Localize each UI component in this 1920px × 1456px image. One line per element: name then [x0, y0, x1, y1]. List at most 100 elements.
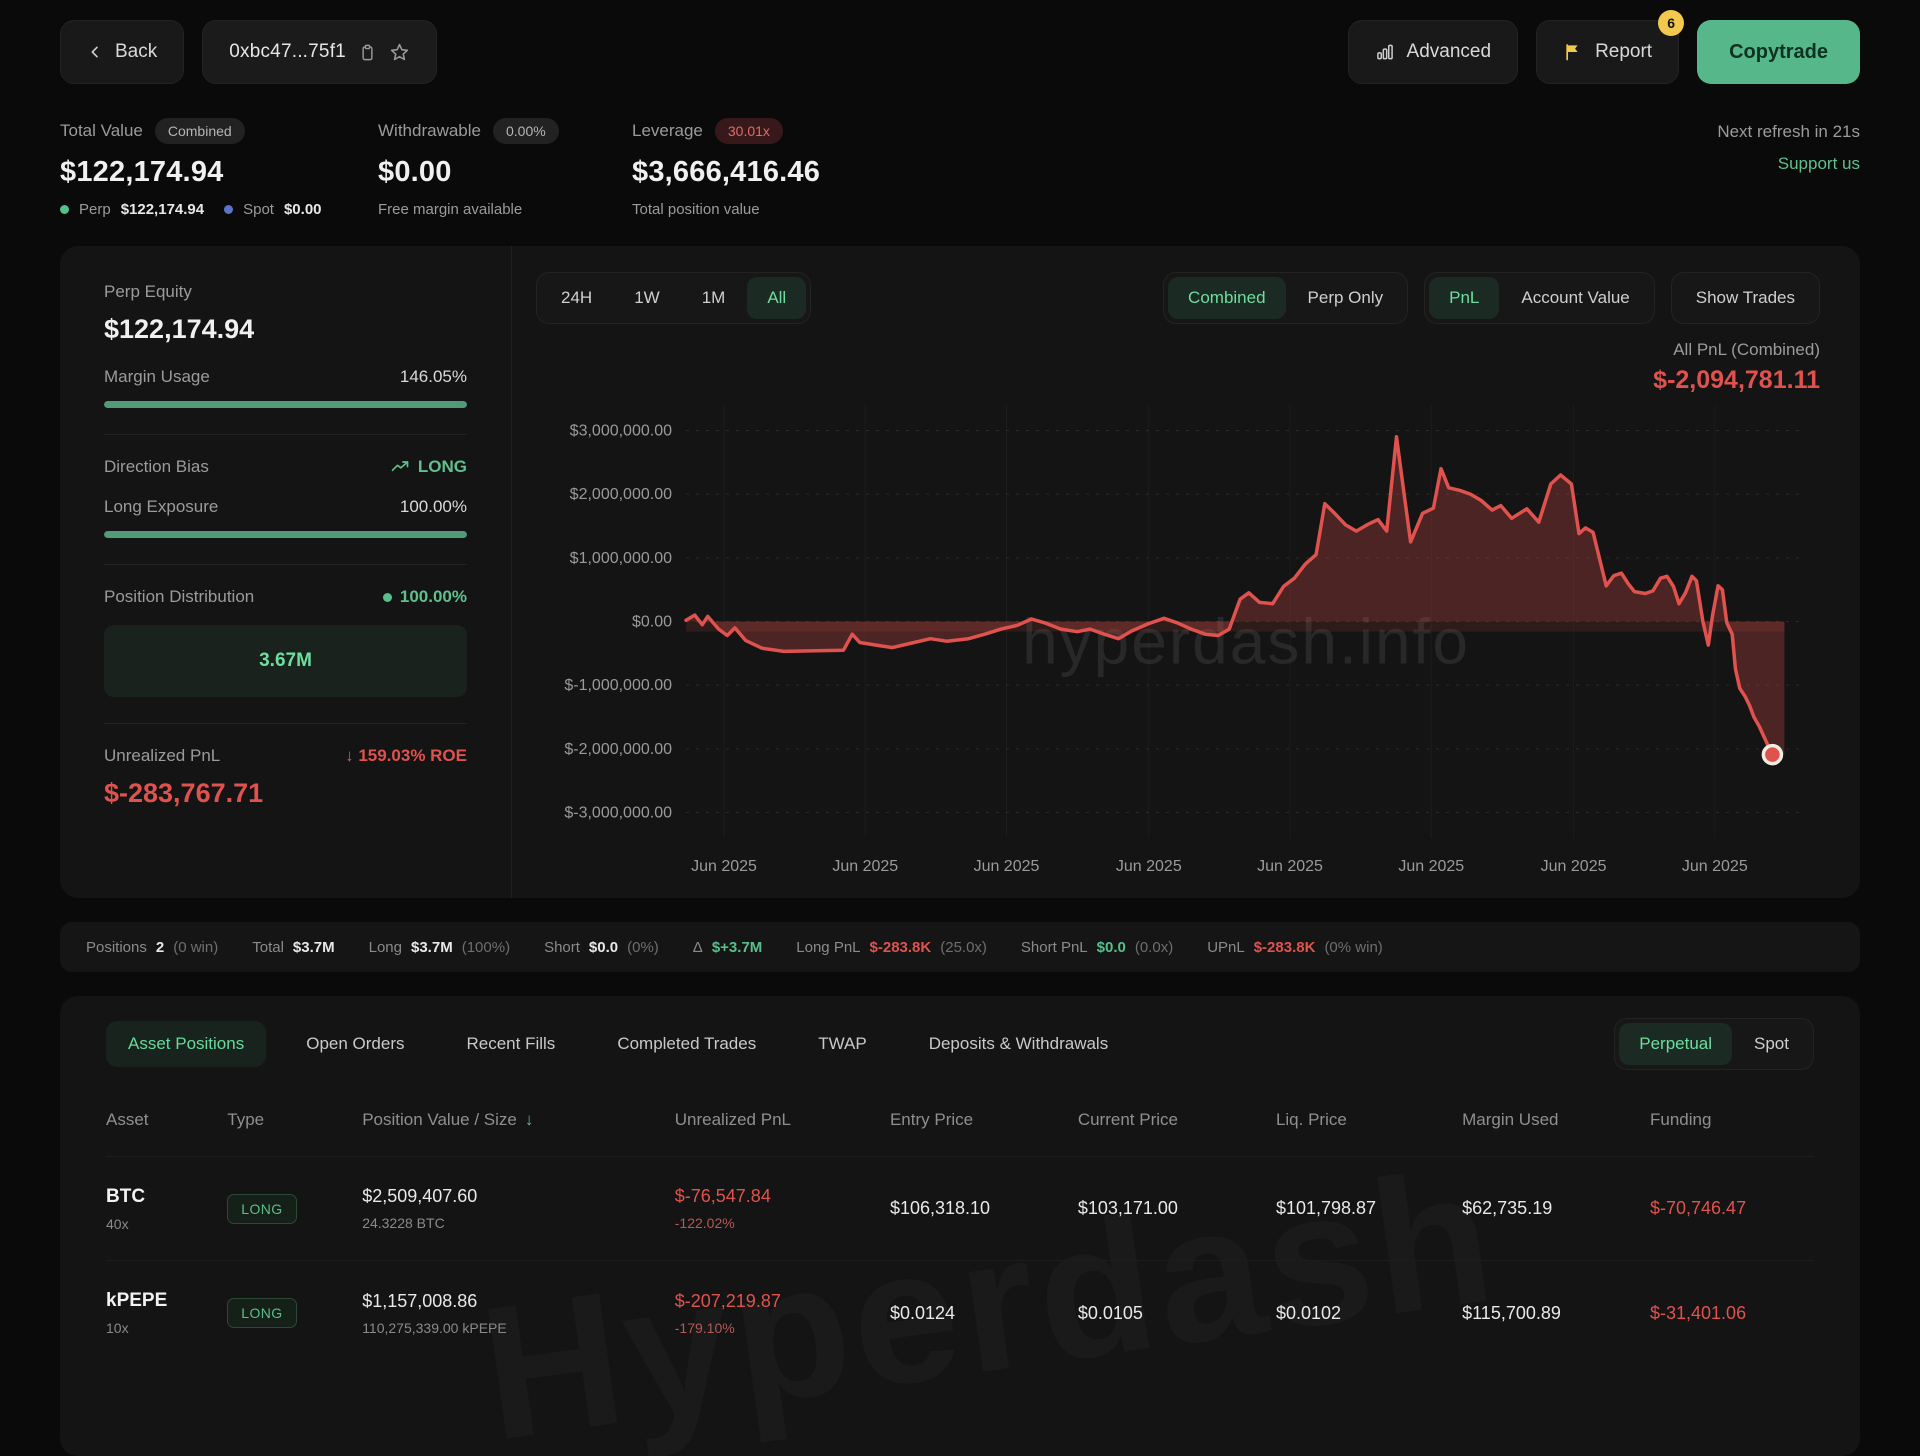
distribution-block[interactable]: 3.67M: [104, 625, 467, 697]
pnl-chart[interactable]: Jun 2025Jun 2025Jun 2025Jun 2025Jun 2025…: [536, 395, 1820, 884]
all-pnl-value: $-2,094,781.11: [536, 366, 1820, 395]
copytrade-button[interactable]: Copytrade: [1697, 20, 1860, 84]
tab-open-orders[interactable]: Open Orders: [284, 1021, 426, 1067]
position-type-badge: LONG: [227, 1194, 296, 1224]
range-24h-tab[interactable]: 24H: [541, 277, 612, 319]
col-entry-price[interactable]: Entry Price: [890, 1110, 1078, 1130]
refresh-countdown: Next refresh in 21s: [1717, 122, 1860, 142]
x-axis-label: Jun 2025: [1398, 858, 1464, 875]
tab-asset-positions[interactable]: Asset Positions: [106, 1021, 266, 1067]
advanced-label: Advanced: [1407, 41, 1492, 63]
wallet-address-pill[interactable]: 0xbc47...75f1: [202, 20, 437, 84]
col-asset[interactable]: Asset: [106, 1110, 227, 1130]
row-upnl: $-76,547.84: [675, 1186, 890, 1207]
tab-perpetual[interactable]: Perpetual: [1619, 1023, 1732, 1065]
withdrawable-amount: $0.00: [378, 156, 632, 189]
total-value-label: Total Value: [60, 121, 143, 141]
row-upnl-pct: -122.02%: [675, 1215, 890, 1231]
perp-equity-value: $122,174.94: [104, 314, 467, 345]
y-axis-label: $1,000,000.00: [570, 550, 672, 567]
favorite-star-icon[interactable]: [389, 42, 410, 63]
portfolio-card: Perp Equity $122,174.94 Margin Usage 146…: [60, 246, 1860, 898]
perp-label: Perp: [79, 201, 111, 218]
x-axis-label: Jun 2025: [1541, 858, 1607, 875]
table-row[interactable]: BTC40x LONG $2,509,407.6024.3228 BTC $-7…: [106, 1157, 1814, 1261]
summary-short-pnl: Short PnL$0.0(0.0x): [1021, 939, 1173, 956]
tab-deposits-withdrawals[interactable]: Deposits & Withdrawals: [907, 1021, 1131, 1067]
position-size: 110,275,339.00 kPEPE: [362, 1320, 675, 1336]
y-axis-label: $0.00: [632, 614, 672, 631]
leverage-label: Leverage: [632, 121, 703, 141]
metric-group: PnL Account Value: [1424, 272, 1655, 324]
support-us-link[interactable]: Support us: [1778, 154, 1860, 174]
summary-long: Long$3.7M(100%): [369, 939, 510, 956]
col-unrealized-pnl[interactable]: Unrealized PnL: [675, 1110, 890, 1130]
col-type[interactable]: Type: [227, 1110, 362, 1130]
asset-symbol: kPEPE: [106, 1290, 227, 1312]
withdrawable-label: Withdrawable: [378, 121, 481, 141]
row-margin-used: $115,700.89: [1462, 1303, 1650, 1324]
row-liq-price: $0.0102: [1276, 1303, 1462, 1324]
mode-perp-only-tab[interactable]: Perp Only: [1288, 277, 1404, 319]
show-trades-button[interactable]: Show Trades: [1671, 272, 1820, 324]
advanced-button[interactable]: Advanced: [1348, 20, 1519, 84]
tab-twap[interactable]: TWAP: [796, 1021, 888, 1067]
mode-combined-tab[interactable]: Combined: [1168, 277, 1286, 319]
total-value-stat: Total Value Combined $122,174.94 Perp $1…: [60, 118, 378, 218]
spot-dot-icon: [224, 205, 233, 214]
metric-pnl-tab[interactable]: PnL: [1429, 277, 1499, 319]
y-axis-label: $-3,000,000.00: [564, 805, 672, 822]
tab-completed-trades[interactable]: Completed Trades: [595, 1021, 778, 1067]
total-value-amount: $122,174.94: [60, 156, 378, 189]
col-margin-used[interactable]: Margin Used: [1462, 1110, 1650, 1130]
mode-group: Combined Perp Only: [1163, 272, 1408, 324]
col-funding[interactable]: Funding: [1650, 1110, 1814, 1130]
table-row[interactable]: kPEPE10x LONG $1,157,008.86110,275,339.0…: [106, 1261, 1814, 1365]
long-exposure-value: 100.00%: [400, 497, 467, 517]
col-current-price[interactable]: Current Price: [1078, 1110, 1276, 1130]
positions-tabs: Asset Positions Open Orders Recent Fills…: [106, 1018, 1814, 1070]
x-axis-label: Jun 2025: [832, 858, 898, 875]
bar-chart-icon: [1375, 42, 1395, 62]
position-size: 24.3228 BTC: [362, 1215, 675, 1231]
back-label: Back: [115, 41, 157, 63]
summary-delta: Δ$+3.7M: [693, 939, 762, 956]
position-type-badge: LONG: [227, 1298, 296, 1328]
perp-value: $122,174.94: [121, 201, 204, 218]
flag-icon: [1563, 42, 1583, 62]
copy-icon[interactable]: [358, 43, 377, 62]
range-all-tab[interactable]: All: [747, 277, 806, 319]
col-liq-price[interactable]: Liq. Price: [1276, 1110, 1462, 1130]
unrealized-pnl-label: Unrealized PnL: [104, 746, 220, 766]
back-button[interactable]: Back: [60, 20, 184, 84]
report-count-badge: 6: [1658, 10, 1684, 36]
chart-column: 24H 1W 1M All Combined Perp Only PnL Acc…: [512, 246, 1860, 898]
row-margin-used: $62,735.19: [1462, 1198, 1650, 1219]
report-button[interactable]: Report 6: [1536, 20, 1679, 84]
tab-spot[interactable]: Spot: [1734, 1023, 1809, 1065]
leverage-sub: Total position value: [632, 201, 760, 218]
summary-total: Total$3.7M: [252, 939, 334, 956]
long-exposure-label: Long Exposure: [104, 497, 218, 517]
summary-long-pnl: Long PnL$-283.8K(25.0x): [796, 939, 987, 956]
portfolio-left-panel: Perp Equity $122,174.94 Margin Usage 146…: [60, 246, 512, 898]
withdrawable-badge: 0.00%: [493, 118, 559, 144]
row-funding: $-70,746.47: [1650, 1198, 1814, 1219]
position-distribution-label: Position Distribution: [104, 587, 254, 607]
position-value: $1,157,008.86: [362, 1291, 675, 1312]
asset-leverage: 40x: [106, 1216, 227, 1232]
x-axis-label: Jun 2025: [1682, 858, 1748, 875]
range-1w-tab[interactable]: 1W: [614, 277, 680, 319]
metric-account-value-tab[interactable]: Account Value: [1501, 277, 1649, 319]
tab-recent-fills[interactable]: Recent Fills: [445, 1021, 578, 1067]
unrealized-pnl-value: $-283,767.71: [104, 778, 467, 809]
position-value: $2,509,407.60: [362, 1186, 675, 1207]
col-position-value[interactable]: Position Value / Size↓: [362, 1110, 675, 1130]
wallet-address: 0xbc47...75f1: [229, 41, 346, 63]
trending-up-icon: [390, 457, 410, 477]
report-label: Report: [1595, 41, 1652, 63]
range-1m-tab[interactable]: 1M: [682, 277, 746, 319]
spot-label: Spot: [243, 201, 274, 218]
summary-positions: Positions2(0 win): [86, 939, 218, 956]
row-liq-price: $101,798.87: [1276, 1198, 1462, 1219]
